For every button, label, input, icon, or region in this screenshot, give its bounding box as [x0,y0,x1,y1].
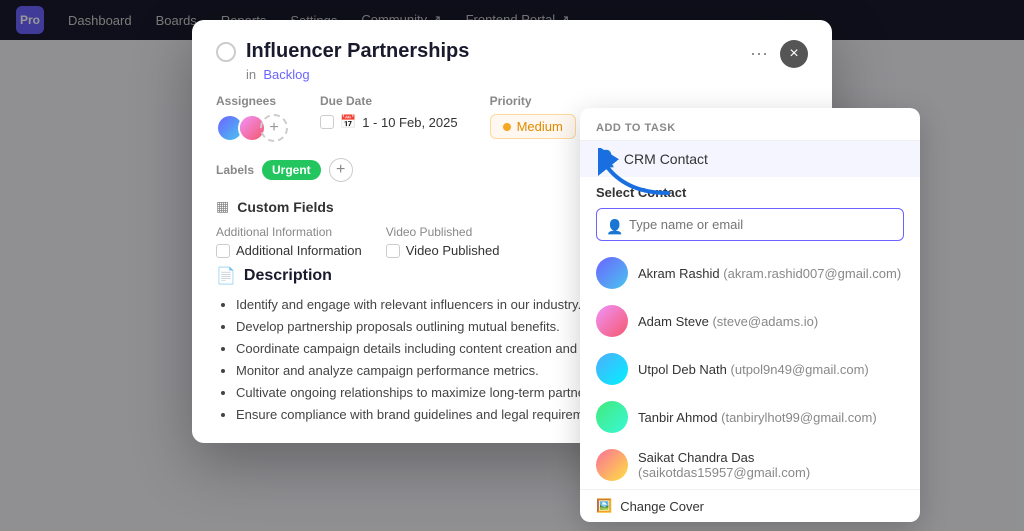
field2-name: Video Published [386,225,500,239]
search-input-container: 👤 [580,204,920,249]
modal-header: Influencer Partnerships in Backlog ⋯ × [192,20,832,94]
task-location: in Backlog [246,67,469,82]
due-date-label: Due Date [320,94,458,108]
add-to-task-label: ADD TO TASK [596,122,676,134]
crm-icon: 👤 [596,149,616,169]
select-contact-label: Select Contact [580,177,920,204]
contact-item[interactable]: Utpol Deb Nath (utpol9n49@gmail.com) [580,345,920,393]
field1-text: Additional Information [236,243,362,258]
field1-value[interactable]: Additional Information [216,243,362,258]
contact-avatar [596,305,628,337]
field2-text: Video Published [406,243,500,258]
crm-contact-button[interactable]: 👤 CRM Contact [580,141,920,177]
calendar-icon: 📅 [340,114,356,130]
description-title: Description [244,267,332,285]
description-icon: 📄 [216,266,236,286]
location-link[interactable]: Backlog [263,67,309,82]
contact-search-input[interactable] [596,208,904,241]
priority-value: Medium [517,119,563,134]
search-icon: 👤 [606,218,623,235]
field1-checkbox[interactable] [216,244,230,258]
contact-avatar [596,449,628,481]
label-urgent[interactable]: Urgent [262,160,321,180]
add-label-button[interactable]: + [329,158,353,182]
field2-col: Video Published Video Published [386,225,500,258]
contact-avatar [596,257,628,289]
contact-avatar [596,401,628,433]
avatar-image [596,449,628,481]
description-title-row: 📄 Description [216,266,332,286]
field2-value[interactable]: Video Published [386,243,500,258]
avatar-image [596,353,628,385]
due-date-value[interactable]: 📅 1 - 10 Feb, 2025 [320,114,458,130]
contact-name: Tanbir Ahmod (tanbirylhot99@gmail.com) [638,410,877,425]
change-cover-label: Change Cover [620,499,704,514]
crm-contact-label: CRM Contact [624,151,708,167]
assignees-label: Assignees [216,94,288,108]
labels-label: Labels [216,163,254,177]
contact-name: Adam Steve (steve@adams.io) [638,314,818,329]
task-status-circle[interactable] [216,42,236,62]
contact-item[interactable]: Saikat Chandra Das (saikotdas15957@gmail… [580,441,920,489]
dropdown-header: ADD TO TASK [580,108,920,141]
priority-badge[interactable]: Medium [490,114,576,139]
assignees-row: + [216,114,288,142]
priority-label: Priority [490,94,576,108]
field1-name: Additional Information [216,225,362,239]
contact-name: Utpol Deb Nath (utpol9n49@gmail.com) [638,362,869,377]
avatar-image [596,305,628,337]
modal-title-row: Influencer Partnerships [216,40,469,63]
priority-group: Priority Medium [490,94,576,139]
priority-dot [503,123,511,131]
field2-checkbox[interactable] [386,244,400,258]
date-text: 1 - 10 Feb, 2025 [362,115,457,130]
custom-fields-title: Custom Fields [237,199,333,215]
contact-name: Saikat Chandra Das (saikotdas15957@gmail… [638,450,904,480]
contact-item[interactable]: Akram Rashid (akram.rashid007@gmail.com) [580,249,920,297]
task-title: Influencer Partnerships [246,40,469,63]
contact-item[interactable]: Tanbir Ahmod (tanbirylhot99@gmail.com) [580,393,920,441]
date-checkbox[interactable] [320,115,334,129]
close-modal-button[interactable]: × [780,40,808,68]
due-date-group: Due Date 📅 1 - 10 Feb, 2025 [320,94,458,130]
field1-col: Additional Information Additional Inform… [216,225,362,258]
modal-title-area: Influencer Partnerships in Backlog [216,40,469,82]
custom-fields-icon: ▦ [216,198,229,215]
contact-list: Akram Rashid (akram.rashid007@gmail.com)… [580,249,920,489]
location-prefix: in [246,67,256,82]
change-cover-button[interactable]: 🖼️ Change Cover [580,489,920,522]
more-options-button[interactable]: ⋯ [746,44,772,65]
add-assignee-button[interactable]: + [260,114,288,142]
contact-avatar [596,353,628,385]
avatar-image [596,257,628,289]
change-cover-icon: 🖼️ [596,498,612,514]
crm-contact-dropdown: ADD TO TASK 👤 CRM Contact Select Contact… [580,108,920,522]
contact-name: Akram Rashid (akram.rashid007@gmail.com) [638,266,901,281]
avatar-image [596,401,628,433]
contact-item[interactable]: Adam Steve (steve@adams.io) [580,297,920,345]
assignees-group: Assignees + [216,94,288,142]
